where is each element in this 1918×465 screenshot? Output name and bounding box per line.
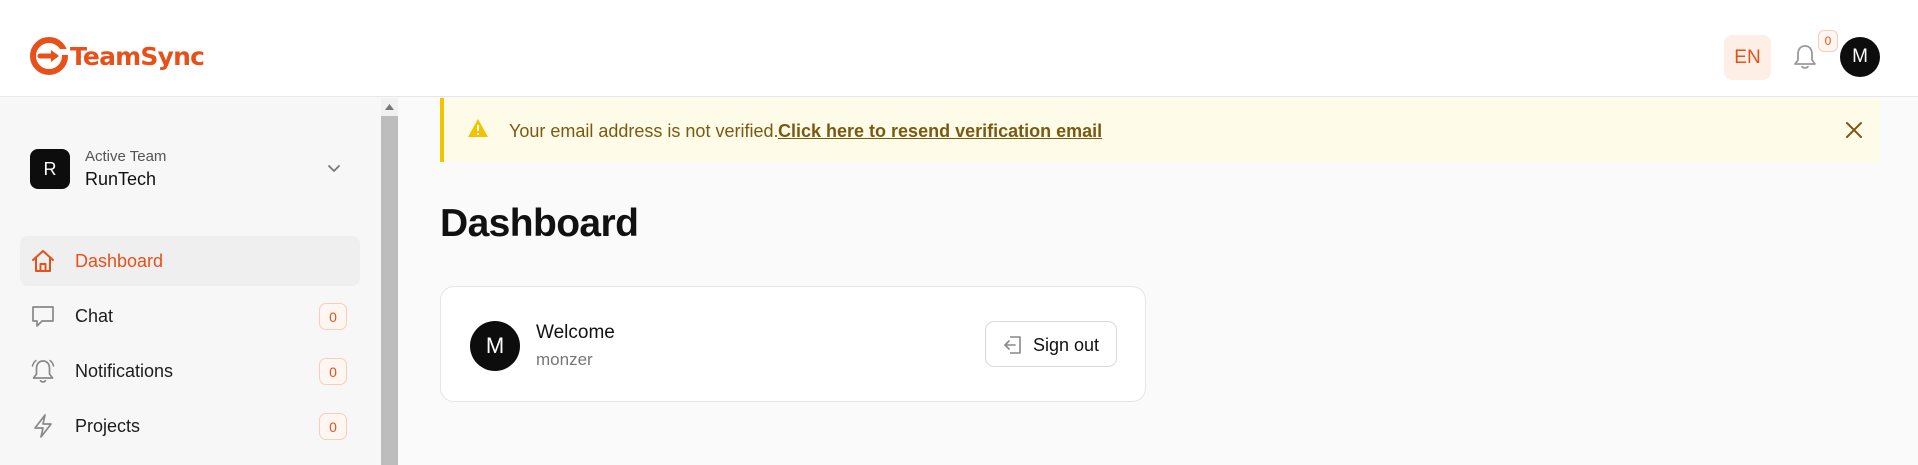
sidebar-item-label: Chat xyxy=(75,306,114,326)
warning-icon xyxy=(468,119,488,137)
alert-message: Your email address is not verified. xyxy=(509,121,779,141)
chat-count-badge: 0 xyxy=(319,303,347,330)
team-name: RunTech xyxy=(85,169,157,189)
team-caption: Active Team xyxy=(85,148,167,165)
brand-name: TeamSync xyxy=(70,41,205,71)
welcome-card: M Welcome monzer Sign out xyxy=(440,286,1146,402)
avatar: M xyxy=(470,321,520,371)
bell-icon xyxy=(31,359,55,383)
projects-count-badge: 0 xyxy=(319,413,347,440)
chevron-down-icon xyxy=(328,165,340,172)
username-label: monzer xyxy=(536,350,593,369)
bell-icon[interactable] xyxy=(1792,43,1818,71)
email-verification-alert: Your email address is not verified. Clic… xyxy=(440,98,1880,162)
sidebar-item-dashboard[interactable]: Dashboard xyxy=(20,236,360,286)
sidebar-item-label: Dashboard xyxy=(75,251,164,271)
team-switcher[interactable]: R Active Team RunTech xyxy=(30,145,352,191)
chat-icon xyxy=(32,306,54,327)
sidebar-item-notifications[interactable]: Notifications 0 xyxy=(20,346,360,396)
notification-count-badge: 0 xyxy=(1818,30,1838,52)
home-icon xyxy=(32,250,54,272)
page-title: Dashboard xyxy=(440,202,639,245)
close-icon[interactable] xyxy=(1844,120,1864,140)
sidebar-nav: Dashboard Chat 0 Notifications 0 Project… xyxy=(20,236,360,456)
teamsync-logo-icon xyxy=(30,37,69,75)
sidebar-item-chat[interactable]: Chat 0 xyxy=(20,291,360,341)
scroll-up-arrow-icon[interactable] xyxy=(381,98,398,115)
welcome-title: Welcome xyxy=(536,322,615,343)
team-avatar: R xyxy=(30,149,70,189)
sidebar: R Active Team RunTech Dashboard Chat 0 N… xyxy=(0,98,381,465)
scrollbar-thumb[interactable] xyxy=(381,116,398,465)
notifications-count-badge: 0 xyxy=(319,358,347,385)
lightning-icon xyxy=(34,414,52,438)
sidebar-item-label: Projects xyxy=(75,416,141,436)
brand-logo[interactable]: TeamSync xyxy=(29,36,205,76)
top-header: TeamSync EN 0 M xyxy=(0,0,1918,97)
sidebar-scrollbar[interactable] xyxy=(381,98,398,465)
language-switch-button[interactable]: EN xyxy=(1724,35,1771,80)
sign-out-label: Sign out xyxy=(1033,335,1100,355)
resend-verification-link[interactable]: Click here to resend verification email xyxy=(778,121,1102,142)
sidebar-item-label: Notifications xyxy=(75,361,174,381)
sign-out-button[interactable]: Sign out xyxy=(985,321,1117,367)
user-avatar[interactable]: M xyxy=(1840,37,1880,77)
sidebar-item-projects[interactable]: Projects 0 xyxy=(20,401,360,451)
sign-out-icon xyxy=(1004,336,1021,354)
